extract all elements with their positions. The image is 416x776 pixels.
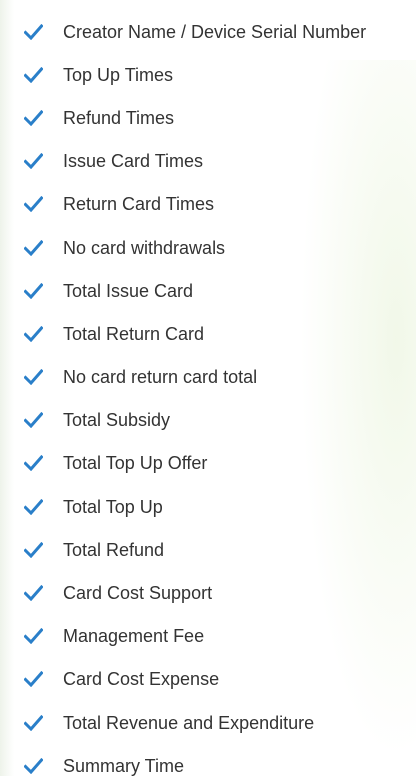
column-option-label: Total Issue Card xyxy=(63,280,194,301)
checkmark-icon xyxy=(24,585,43,602)
column-option-item[interactable]: Card Cost Support xyxy=(0,571,416,614)
checkmark-icon xyxy=(24,412,43,429)
column-option-item[interactable]: Total Revenue and Expenditure xyxy=(0,701,416,744)
column-option-label: Card Cost Expense xyxy=(63,669,220,690)
column-option-item[interactable]: Creator Name / Device Serial Number xyxy=(0,10,416,53)
column-checkbox[interactable] xyxy=(24,670,43,689)
column-option-label: Card Cost Support xyxy=(63,583,213,604)
column-chooser-panel: Creator Name / Device Serial Number Top U… xyxy=(0,0,416,776)
column-option-item[interactable]: Total Subsidy xyxy=(0,399,416,442)
checkmark-icon xyxy=(24,153,43,170)
checkmark-icon xyxy=(24,66,43,83)
column-checkbox[interactable] xyxy=(24,108,43,127)
checkmark-icon xyxy=(24,282,43,299)
column-checkbox[interactable] xyxy=(24,454,43,473)
checkmark-icon xyxy=(24,498,43,515)
checkmark-icon xyxy=(24,714,43,731)
column-option-item[interactable]: No card withdrawals xyxy=(0,226,416,269)
column-option-label: Creator Name / Device Serial Number xyxy=(63,21,367,42)
column-option-item[interactable]: Summary Time xyxy=(0,744,416,776)
column-checkbox[interactable] xyxy=(24,713,43,732)
column-option-label: No card return card total xyxy=(63,367,258,388)
checkmark-icon xyxy=(24,196,43,213)
column-checkbox-list: Creator Name / Device Serial Number Top U… xyxy=(0,10,416,776)
column-checkbox[interactable] xyxy=(24,411,43,430)
column-option-item[interactable]: Management Fee xyxy=(0,615,416,658)
column-checkbox[interactable] xyxy=(24,540,43,559)
column-checkbox[interactable] xyxy=(24,195,43,214)
column-checkbox[interactable] xyxy=(24,238,43,257)
column-option-item[interactable]: Total Top Up xyxy=(0,485,416,528)
column-checkbox[interactable] xyxy=(24,627,43,646)
checkmark-icon xyxy=(24,628,43,645)
column-option-item[interactable]: No card return card total xyxy=(0,356,416,399)
checkmark-icon xyxy=(24,325,43,342)
checkmark-icon xyxy=(24,455,43,472)
column-checkbox[interactable] xyxy=(24,497,43,516)
column-option-item[interactable]: Total Top Up Offer xyxy=(0,442,416,485)
column-option-label: Top Up Times xyxy=(63,64,174,85)
column-option-item[interactable]: Total Refund xyxy=(0,528,416,571)
column-option-label: Total Revenue and Expenditure xyxy=(63,712,315,733)
column-option-item[interactable]: Card Cost Expense xyxy=(0,658,416,701)
column-option-item[interactable]: Refund Times xyxy=(0,96,416,139)
column-option-item[interactable]: Top Up Times xyxy=(0,53,416,96)
column-checkbox[interactable] xyxy=(24,152,43,171)
column-option-item[interactable]: Issue Card Times xyxy=(0,140,416,183)
column-checkbox[interactable] xyxy=(24,756,43,775)
column-checkbox[interactable] xyxy=(24,368,43,387)
column-option-label: Total Refund xyxy=(63,539,165,560)
column-option-item[interactable]: Return Card Times xyxy=(0,183,416,226)
checkmark-icon xyxy=(24,109,43,126)
column-option-item[interactable]: Total Issue Card xyxy=(0,269,416,312)
column-option-label: Total Top Up Offer xyxy=(63,453,208,474)
checkmark-icon xyxy=(24,757,43,774)
column-option-label: Issue Card Times xyxy=(63,151,204,172)
column-option-item[interactable]: Total Return Card xyxy=(0,312,416,355)
column-option-label: Total Top Up xyxy=(63,496,163,517)
column-option-label: Management Fee xyxy=(63,626,205,647)
column-checkbox[interactable] xyxy=(24,65,43,84)
column-option-label: Summary Time xyxy=(63,755,185,776)
column-checkbox[interactable] xyxy=(24,22,43,41)
column-checkbox[interactable] xyxy=(24,584,43,603)
checkmark-icon xyxy=(24,369,43,386)
checkmark-icon xyxy=(24,23,43,40)
column-checkbox[interactable] xyxy=(24,281,43,300)
column-option-label: Return Card Times xyxy=(63,194,215,215)
column-checkbox[interactable] xyxy=(24,324,43,343)
checkmark-icon xyxy=(24,541,43,558)
checkmark-icon xyxy=(24,239,43,256)
column-option-label: No card withdrawals xyxy=(63,237,226,258)
column-option-label: Total Subsidy xyxy=(63,410,171,431)
column-option-label: Refund Times xyxy=(63,107,175,128)
column-option-label: Total Return Card xyxy=(63,323,205,344)
checkmark-icon xyxy=(24,671,43,688)
